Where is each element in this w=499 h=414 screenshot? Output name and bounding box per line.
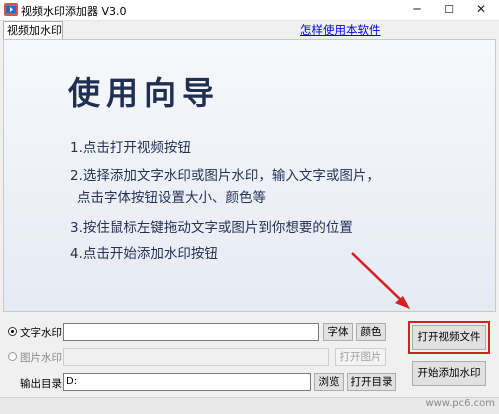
tab-video-watermark[interactable]: 视频加水印 bbox=[3, 21, 63, 39]
image-watermark-radio[interactable] bbox=[8, 352, 17, 361]
minimize-button[interactable]: ─ bbox=[402, 0, 432, 20]
app-logo-icon bbox=[4, 3, 18, 16]
output-dir-input[interactable]: D: bbox=[63, 373, 311, 391]
guide-title: 使用向导 bbox=[68, 74, 221, 112]
open-image-button[interactable]: 打开图片 bbox=[335, 348, 386, 366]
image-watermark-label: 图片水印 bbox=[20, 352, 62, 364]
text-watermark-input[interactable] bbox=[63, 323, 319, 341]
red-arrow-annotation bbox=[351, 252, 410, 309]
title-bar: 视频水印添加器 V3.0 ─ ☐ ✕ bbox=[0, 0, 499, 21]
guide-step-2: 2.选择添加文字水印或图片水印，输入文字或图片， bbox=[70, 168, 380, 184]
output-dir-label: 输出目录 bbox=[20, 378, 62, 390]
font-button[interactable]: 字体 bbox=[323, 323, 353, 341]
image-watermark-input[interactable] bbox=[63, 348, 329, 366]
guide-step-2-continued: 点击字体按钮设置大小、颜色等 bbox=[77, 190, 266, 206]
site-watermark: www.pc6.com bbox=[425, 398, 495, 409]
guide-panel: 使用向导 1.点击打开视频按钮 2.选择添加文字水印或图片水印，输入文字或图片，… bbox=[3, 39, 496, 312]
text-watermark-radio[interactable] bbox=[8, 327, 17, 336]
guide-step-4: 4.点击开始添加水印按钮 bbox=[70, 246, 218, 262]
status-strip bbox=[0, 397, 499, 414]
close-button[interactable]: ✕ bbox=[466, 0, 496, 20]
text-watermark-label: 文字水印 bbox=[20, 327, 62, 339]
help-link[interactable]: 怎样使用本软件 bbox=[300, 22, 381, 38]
browse-button[interactable]: 浏览 bbox=[314, 373, 344, 391]
open-video-button[interactable]: 打开视频文件 bbox=[412, 325, 486, 350]
tab-strip: 视频加水印 bbox=[0, 20, 499, 40]
start-watermark-button[interactable]: 开始添加水印 bbox=[412, 361, 486, 386]
maximize-button[interactable]: ☐ bbox=[434, 0, 464, 20]
window-title: 视频水印添加器 V3.0 bbox=[21, 5, 127, 18]
guide-step-3: 3.按住鼠标左键拖动文字或图片到你想要的位置 bbox=[70, 220, 353, 236]
color-button[interactable]: 颜色 bbox=[356, 323, 386, 341]
open-dir-button[interactable]: 打开目录 bbox=[347, 373, 396, 391]
guide-step-1: 1.点击打开视频按钮 bbox=[70, 140, 191, 156]
